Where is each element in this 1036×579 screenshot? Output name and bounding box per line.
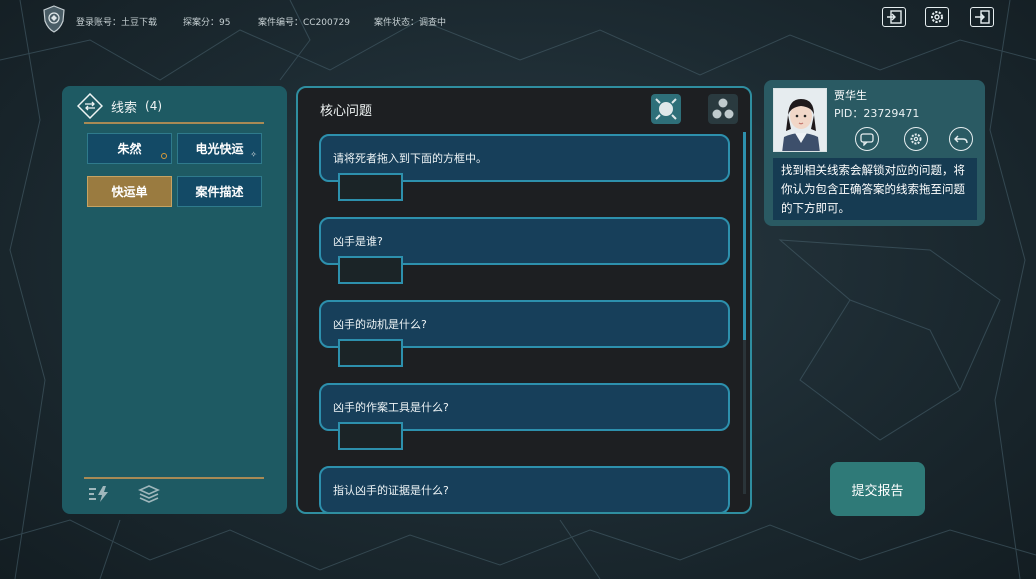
clue-card-case-description[interactable]: 案件描述 <box>177 176 262 207</box>
core-title: 核心问题 <box>320 104 373 119</box>
import-icon <box>887 10 902 24</box>
focus-circle-icon <box>655 98 677 120</box>
question-text: 凶手是谁? <box>333 235 383 248</box>
score-label: 探案分：95 <box>183 18 231 28</box>
import-button[interactable] <box>882 7 906 27</box>
submit-report-button[interactable]: 提交报告 <box>830 462 925 516</box>
back-button[interactable] <box>949 127 973 151</box>
clues-panel: 线索 (4) 朱然 电光快运 ✧ 快运单 案件描述 <box>62 86 287 514</box>
clues-divider-top <box>84 122 264 124</box>
chat-bubble-icon <box>860 133 874 146</box>
clues-title: 线索 <box>111 100 138 116</box>
question-text: 请将死者拖入到下面的方框中。 <box>333 152 487 165</box>
question-text: 凶手的动机是什么? <box>333 318 427 331</box>
swap-diamond-icon <box>77 93 103 119</box>
nodes-icon <box>712 98 734 119</box>
core-questions-panel: 核心问题 请将死者拖入到下面的方框中。 凶手是谁? 凶手的动机是什么? 凶手的作… <box>296 86 752 514</box>
scrollbar-thumb[interactable] <box>743 132 746 340</box>
exit-button[interactable] <box>970 7 994 27</box>
clue-card-zhuran[interactable]: 朱然 <box>87 133 172 164</box>
exit-icon <box>975 10 990 24</box>
clues-divider-bottom <box>84 477 264 479</box>
clue-label: 案件描述 <box>195 185 244 199</box>
clue-card-waybill[interactable]: 快运单 <box>87 176 172 207</box>
questions-scrollbar[interactable] <box>743 132 746 494</box>
clue-label: 电光快运 <box>195 142 244 156</box>
layers-icon[interactable] <box>138 484 160 504</box>
answer-drop-slot[interactable] <box>338 173 403 201</box>
answer-drop-slot[interactable] <box>338 422 403 450</box>
undo-arrow-icon <box>954 135 968 144</box>
clue-label: 快运单 <box>111 185 148 199</box>
settings-icon <box>931 11 943 23</box>
answer-drop-slot[interactable] <box>338 256 403 284</box>
hint-message: 找到相关线索会解锁对应的问题，将你认为包含正确答案的线索拖至问题的下方即可。 <box>773 158 977 220</box>
case-status-label: 案件状态：调查中 <box>374 18 447 28</box>
clue-card-express[interactable]: 电光快运 ✧ <box>177 133 262 164</box>
detective-name: 贾华生 <box>834 89 867 102</box>
chat-button[interactable] <box>855 127 879 151</box>
settings-button[interactable] <box>925 7 949 27</box>
focus-view-button[interactable] <box>651 94 681 124</box>
quick-sort-icon[interactable] <box>88 484 110 504</box>
clues-count: (4) <box>145 99 163 113</box>
detective-card: 贾华生 PID：23729471 找到相关线索会解锁对应的问题，将你认为包含正确… <box>764 80 985 226</box>
gear-icon <box>910 133 922 145</box>
clue-label: 朱然 <box>117 142 142 156</box>
graph-view-button[interactable] <box>708 94 738 124</box>
clues-header: 线索 (4) <box>77 92 162 120</box>
police-badge-icon <box>43 5 65 33</box>
sparkle-icon: ✧ <box>250 150 257 159</box>
detective-pid: PID：23729471 <box>834 107 920 120</box>
detective-avatar <box>773 88 827 152</box>
new-dot-icon <box>161 153 167 159</box>
gear-button[interactable] <box>904 127 928 151</box>
question-card: 指认凶手的证据是什么? <box>319 466 730 512</box>
answer-drop-slot[interactable] <box>338 339 403 367</box>
case-number-label: 案件编号：CC200729 <box>258 18 350 28</box>
question-text: 指认凶手的证据是什么? <box>333 484 449 497</box>
question-text: 凶手的作案工具是什么? <box>333 401 449 414</box>
account-label: 登录账号：土豆下载 <box>76 18 158 28</box>
top-bar: 登录账号：土豆下载 探案分：95 案件编号：CC200729 案件状态：调查中 <box>0 0 1036 40</box>
